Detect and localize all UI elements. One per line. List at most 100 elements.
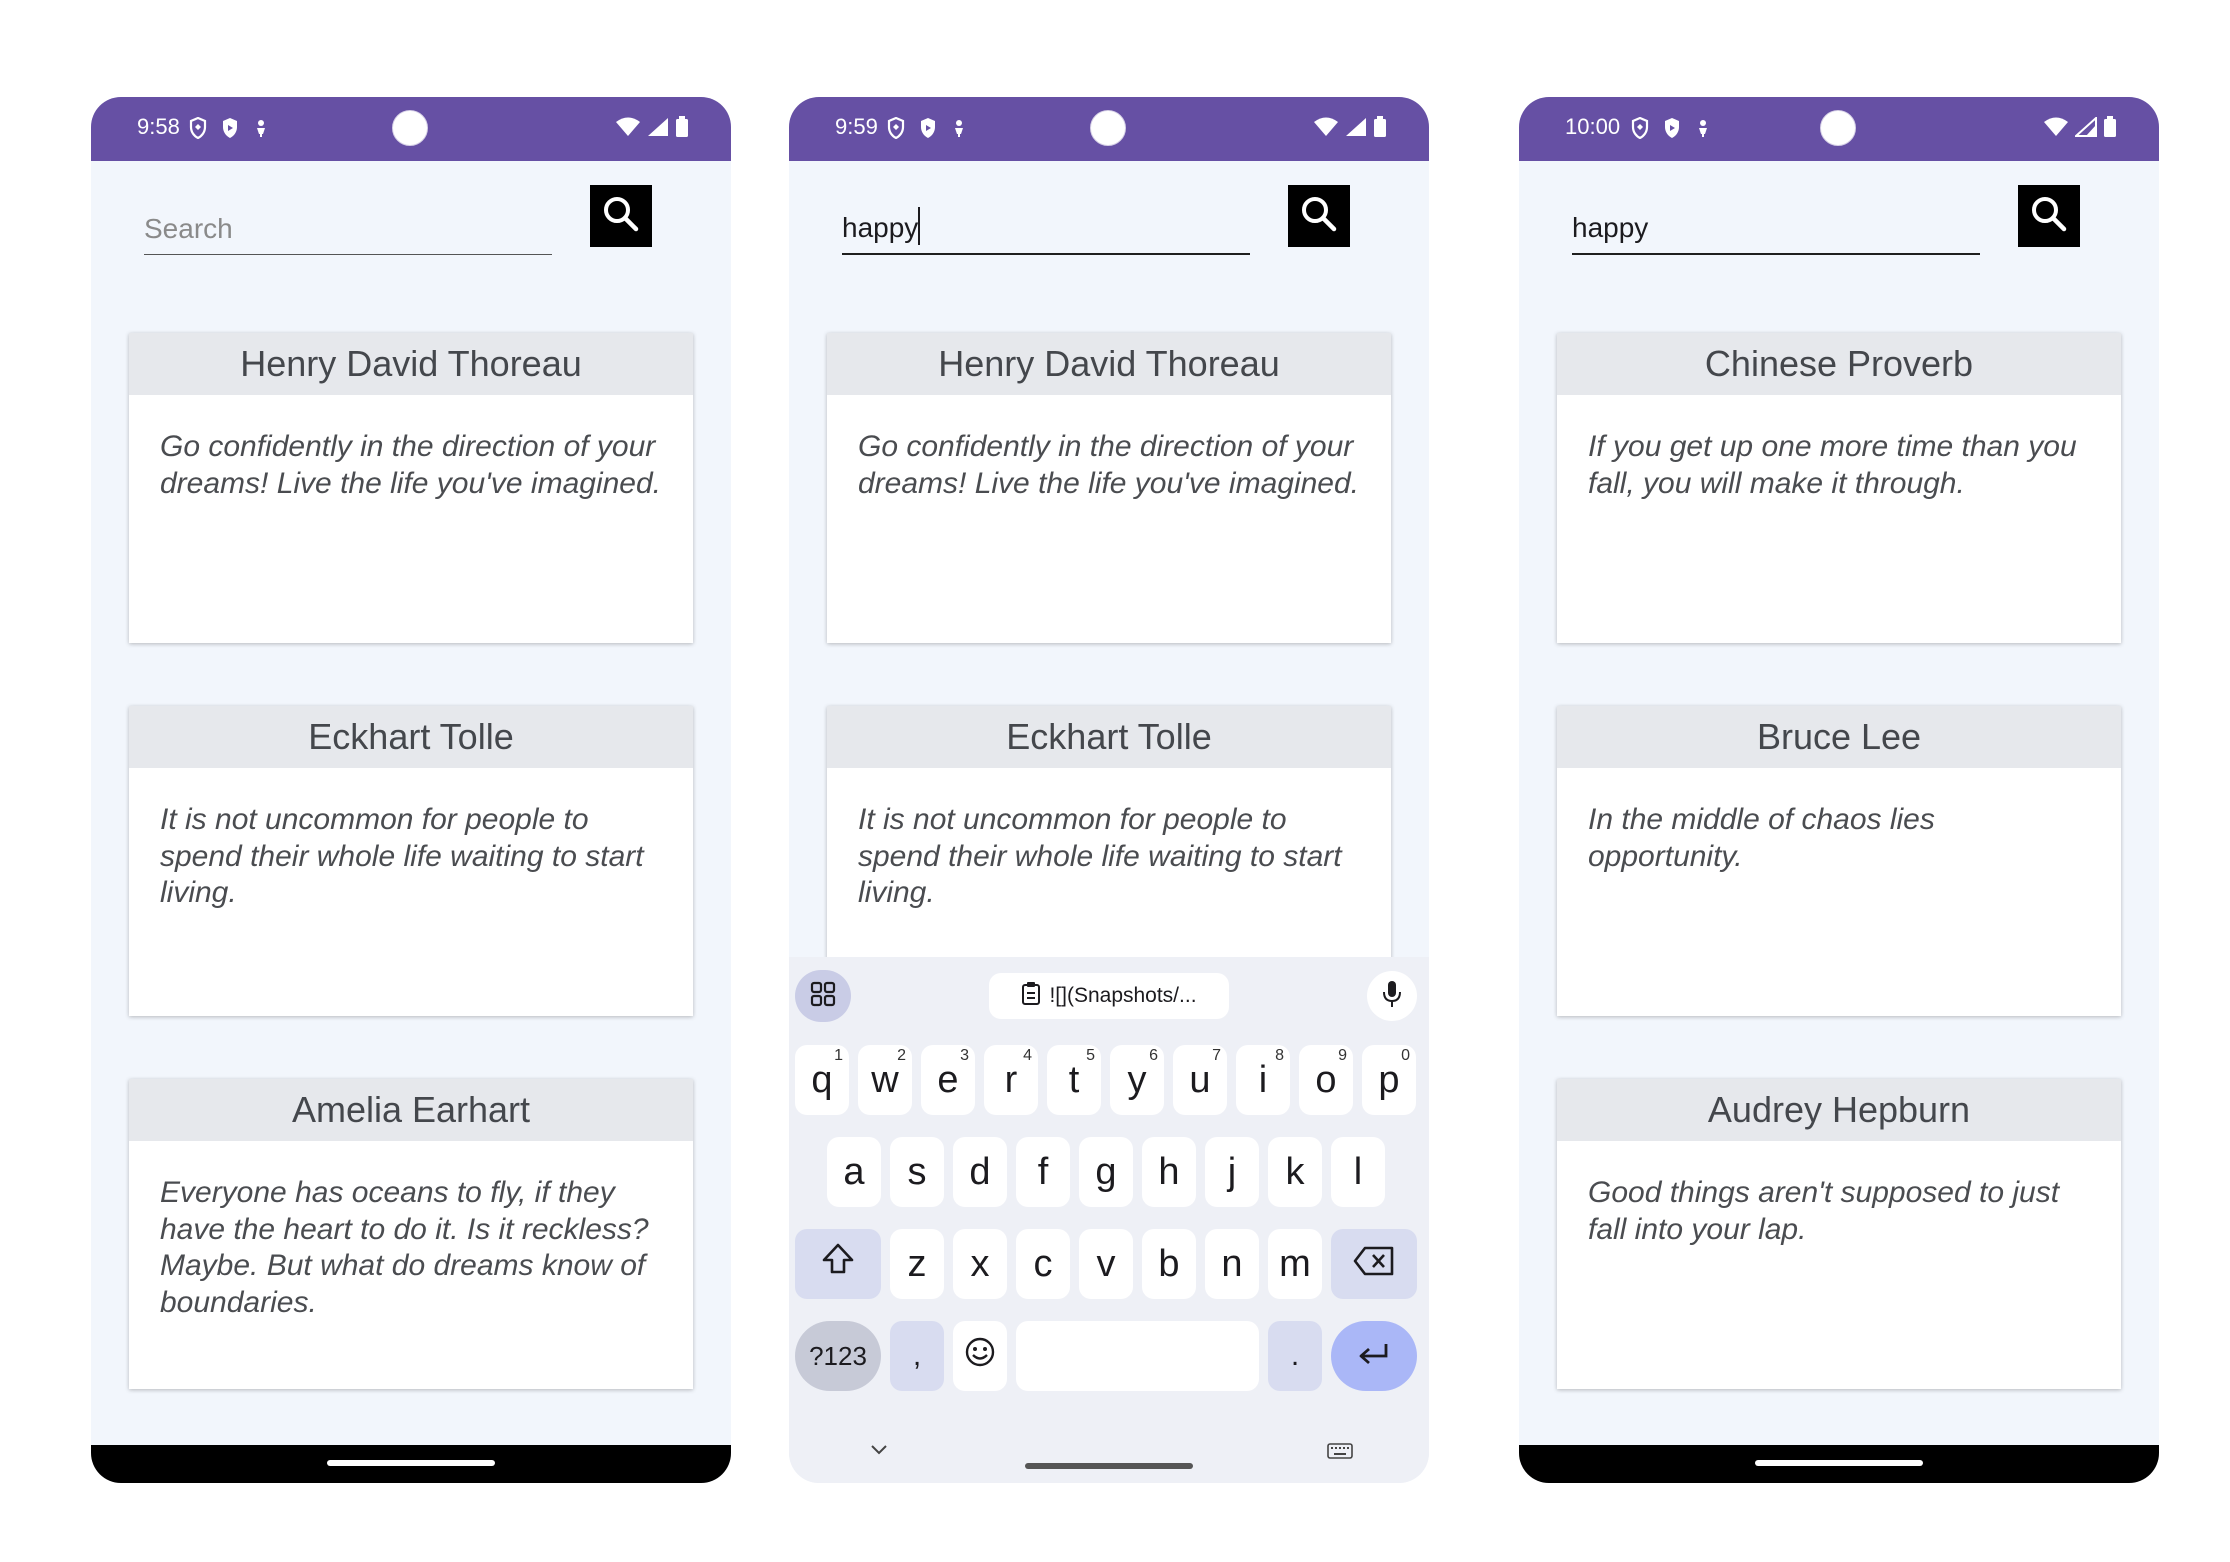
- quote-card[interactable]: Audrey Hepburn Good things aren't suppos…: [1557, 1079, 2121, 1389]
- comma-key[interactable]: ,: [890, 1321, 944, 1391]
- key-p[interactable]: p0: [1362, 1045, 1416, 1115]
- wifi-icon: [615, 117, 641, 142]
- status-bar: 9:58: [91, 97, 731, 161]
- quote-author: Bruce Lee: [1557, 706, 2121, 768]
- numbers-symbols-key[interactable]: ?123: [795, 1321, 881, 1391]
- quote-card[interactable]: Bruce Lee In the middle of chaos lies op…: [1557, 706, 2121, 1016]
- key-e[interactable]: e3: [921, 1045, 975, 1115]
- key-w[interactable]: w2: [858, 1045, 912, 1115]
- quote-author: Henry David Thoreau: [827, 333, 1391, 395]
- key-x[interactable]: x: [953, 1229, 1007, 1299]
- period-key[interactable]: .: [1268, 1321, 1322, 1391]
- collapse-keyboard-icon[interactable]: [869, 1443, 889, 1462]
- home-gesture-handle[interactable]: [1755, 1460, 1923, 1466]
- key-label: o: [1315, 1058, 1337, 1101]
- soft-keyboard: ![](Snapshots/... q1 w2 e3 r4 t5 y6 u7 i…: [789, 957, 1429, 1483]
- battery-icon: [2103, 116, 2117, 143]
- usb-debug-icon: [951, 118, 967, 138]
- key-h[interactable]: h: [1142, 1137, 1196, 1207]
- quote-text: It is not uncommon for people to spend t…: [160, 803, 644, 909]
- key-s[interactable]: s: [890, 1137, 944, 1207]
- key-r[interactable]: r4: [984, 1045, 1038, 1115]
- search-input[interactable]: [144, 209, 552, 255]
- key-hint: 0: [1401, 1047, 1410, 1064]
- search-icon: [2029, 194, 2069, 239]
- key-hint: 9: [1338, 1047, 1347, 1064]
- key-t[interactable]: t5: [1047, 1045, 1101, 1115]
- key-i[interactable]: i8: [1236, 1045, 1290, 1115]
- key-hint: 6: [1149, 1047, 1158, 1064]
- quote-card[interactable]: Eckhart Tolle It is not uncommon for peo…: [129, 706, 693, 1016]
- key-label: e: [937, 1058, 959, 1101]
- play-protect-icon: [1663, 117, 1681, 139]
- signal-icon: [647, 117, 669, 142]
- key-j[interactable]: j: [1205, 1137, 1259, 1207]
- quote-card[interactable]: Henry David Thoreau Go confidently in th…: [827, 333, 1391, 643]
- phone-screen-2: 9:59 Henry David Thoreau Go confidently …: [789, 97, 1429, 1483]
- voice-input-button[interactable]: [1367, 971, 1417, 1021]
- key-hint: 5: [1086, 1047, 1095, 1064]
- key-label: w: [871, 1058, 899, 1101]
- key-hint: 3: [960, 1047, 969, 1064]
- key-g[interactable]: g: [1079, 1137, 1133, 1207]
- wifi-icon: [2043, 117, 2069, 142]
- search-button[interactable]: [2018, 185, 2080, 247]
- enter-key[interactable]: [1331, 1321, 1417, 1391]
- battery-icon: [1373, 116, 1387, 143]
- key-k[interactable]: k: [1268, 1137, 1322, 1207]
- usb-debug-icon: [253, 118, 269, 138]
- key-z[interactable]: z: [890, 1229, 944, 1299]
- quote-text: Everyone has oceans to fly, if they have…: [160, 1176, 649, 1319]
- quote-text: Go confidently in the direction of your …: [858, 430, 1359, 500]
- key-label: u: [1189, 1058, 1211, 1101]
- play-protect-icon: [919, 117, 937, 139]
- backspace-key[interactable]: [1331, 1229, 1417, 1299]
- quote-author: Eckhart Tolle: [827, 706, 1391, 768]
- quote-card[interactable]: Amelia Earhart Everyone has oceans to fl…: [129, 1079, 693, 1389]
- quote-text: It is not uncommon for people to spend t…: [858, 803, 1342, 909]
- clipboard-text: ![](Snapshots/...: [1049, 984, 1197, 1007]
- key-u[interactable]: u7: [1173, 1045, 1227, 1115]
- status-time: 10:00: [1565, 114, 1621, 139]
- home-gesture-handle[interactable]: [327, 1460, 495, 1466]
- key-o[interactable]: o9: [1299, 1045, 1353, 1115]
- search-input[interactable]: [842, 209, 1250, 255]
- status-bar: 10:00: [1519, 97, 2159, 161]
- key-hint: 2: [897, 1047, 906, 1064]
- key-y[interactable]: y6: [1110, 1045, 1164, 1115]
- quote-author: Eckhart Tolle: [129, 706, 693, 768]
- quote-card[interactable]: Henry David Thoreau Go confidently in th…: [129, 333, 693, 643]
- quote-card[interactable]: Chinese Proverb If you get up one more t…: [1557, 333, 2121, 643]
- shift-key[interactable]: [795, 1229, 881, 1299]
- key-c[interactable]: c: [1016, 1229, 1070, 1299]
- key-f[interactable]: f: [1016, 1137, 1070, 1207]
- apps-grid-button[interactable]: [795, 970, 851, 1022]
- space-key[interactable]: [1016, 1321, 1259, 1391]
- key-label: y: [1127, 1058, 1147, 1101]
- key-q[interactable]: q1: [795, 1045, 849, 1115]
- keyboard-toolbar: ![](Snapshots/...: [789, 957, 1429, 1035]
- key-d[interactable]: d: [953, 1137, 1007, 1207]
- front-camera: [1820, 110, 1856, 146]
- key-b[interactable]: b: [1142, 1229, 1196, 1299]
- search-button[interactable]: [590, 185, 652, 247]
- key-a[interactable]: a: [827, 1137, 881, 1207]
- key-v[interactable]: v: [1079, 1229, 1133, 1299]
- apps-grid-icon: [810, 981, 836, 1012]
- phone-screen-1: 9:58 Henry David Thoreau Go confidently …: [91, 97, 731, 1483]
- wifi-icon: [1313, 117, 1339, 142]
- key-m[interactable]: m: [1268, 1229, 1322, 1299]
- clipboard-suggestion[interactable]: ![](Snapshots/...: [989, 973, 1229, 1019]
- home-gesture-handle[interactable]: [1025, 1463, 1193, 1469]
- keyboard-switch-icon[interactable]: [1327, 1443, 1353, 1464]
- search-input[interactable]: [1572, 209, 1980, 255]
- key-n[interactable]: n: [1205, 1229, 1259, 1299]
- search-button[interactable]: [1288, 185, 1350, 247]
- emoji-key[interactable]: [953, 1321, 1007, 1391]
- key-l[interactable]: l: [1331, 1137, 1385, 1207]
- quote-author: Henry David Thoreau: [129, 333, 693, 395]
- signal-icon: [2073, 115, 2097, 142]
- quote-author: Amelia Earhart: [129, 1079, 693, 1141]
- quote-author: Audrey Hepburn: [1557, 1079, 2121, 1141]
- status-bar: 9:59: [789, 97, 1429, 161]
